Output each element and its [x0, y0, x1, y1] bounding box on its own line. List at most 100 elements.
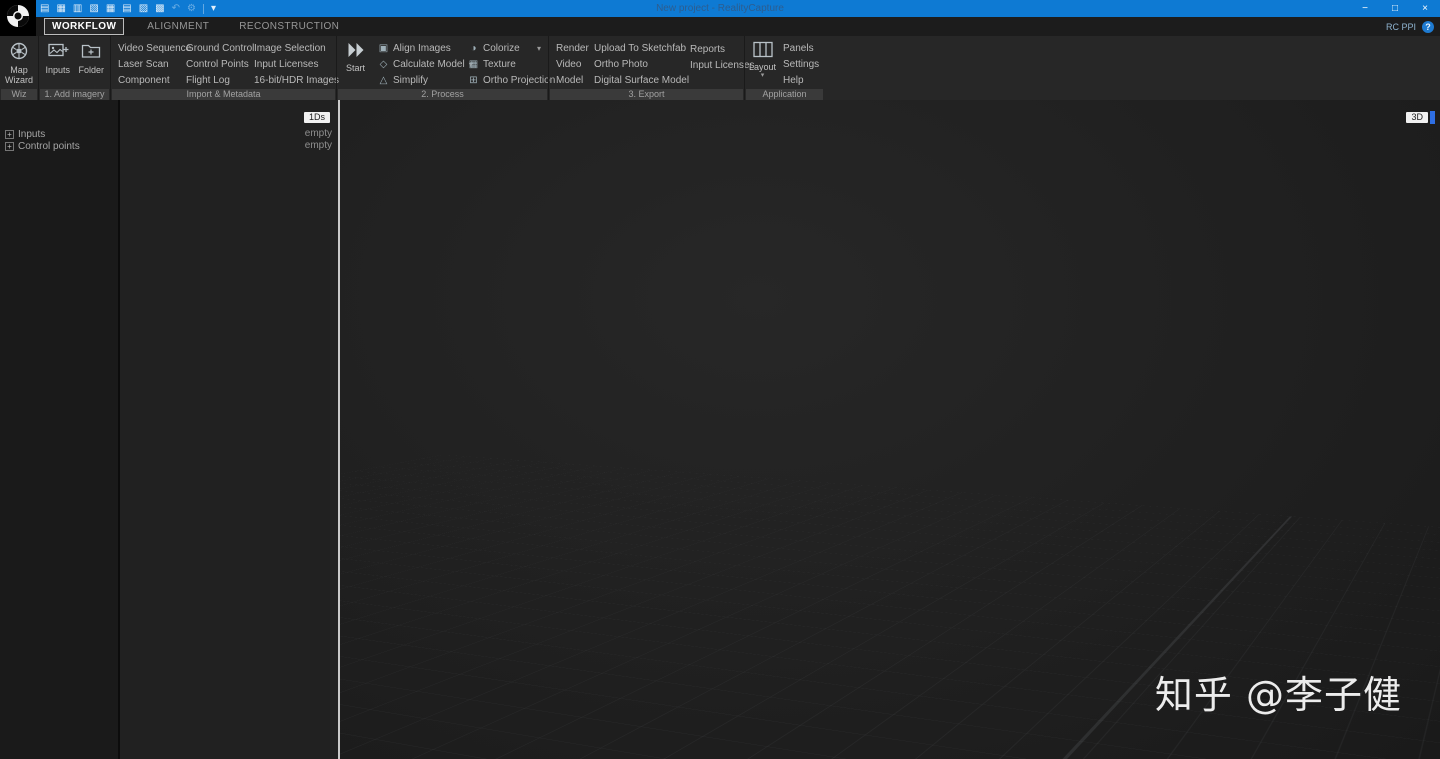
layout-button[interactable]: Layout ▾ — [747, 38, 778, 88]
inputs-empty-rows: empty empty — [305, 128, 332, 152]
layout-preset-2-icon[interactable]: ▦ — [56, 0, 65, 17]
start-button[interactable]: Start — [339, 38, 372, 88]
simplify-label: Simplify — [393, 75, 428, 86]
inputs-label: Inputs — [45, 65, 70, 75]
calculate-model-icon: ◇ — [377, 59, 390, 70]
start-label: Start — [346, 63, 365, 73]
simplify-button[interactable]: △ Simplify — [372, 72, 462, 88]
inputs-button[interactable]: Inputs — [41, 38, 75, 88]
layout-preset-1-icon[interactable]: ▤ — [40, 0, 49, 17]
export-input-licenses-button[interactable]: Input Licenses — [685, 57, 743, 73]
image-selection-label: Image Selection — [254, 43, 326, 54]
input-licenses-button[interactable]: Input Licenses — [249, 57, 335, 73]
close-button[interactable]: × — [1410, 0, 1440, 17]
layout-preset-5-icon[interactable]: ▦ — [106, 0, 115, 17]
render-button[interactable]: Render — [551, 41, 589, 57]
realitycapture-window: ▤ ▦ ▥ ▧ ▦ ▤ ▨ ▩ ↶ ⚙ ▾ New project - Real… — [0, 0, 1440, 759]
hdr-images-button[interactable]: 16-bit/HDR Images — [249, 72, 335, 88]
maximize-button[interactable]: □ — [1380, 0, 1410, 17]
main-area: + Inputs + Control points 1Ds empty empt… — [0, 100, 1440, 759]
minimize-button[interactable]: − — [1350, 0, 1380, 17]
map-wizard-button[interactable]: Map Wizard — [2, 38, 36, 88]
expand-icon[interactable]: + — [5, 142, 14, 151]
tab-reconstruction[interactable]: RECONSTRUCTION — [232, 19, 346, 34]
ortho-projection-button[interactable]: ⊞ Ortho Projection — [462, 72, 546, 88]
control-points-button[interactable]: Control Points — [181, 57, 249, 73]
laser-scan-button[interactable]: Laser Scan — [113, 57, 181, 73]
expand-icon[interactable]: + — [5, 130, 14, 139]
app-logo[interactable] — [0, 0, 36, 36]
gear-icon[interactable]: ⚙ — [187, 0, 196, 17]
ortho-projection-icon: ⊞ — [467, 75, 480, 86]
flight-log-label: Flight Log — [186, 75, 230, 86]
layout-dropdown-icon[interactable]: ▾ — [761, 72, 765, 79]
layout-preset-7-icon[interactable]: ▨ — [139, 0, 148, 17]
video-button[interactable]: Video — [551, 57, 589, 73]
tree-item-inputs-label: Inputs — [18, 129, 45, 140]
align-images-label: Align Images — [393, 43, 451, 54]
align-images-icon: ▣ — [377, 43, 390, 54]
reports-button[interactable]: Reports — [685, 41, 743, 57]
folder-button[interactable]: Folder — [75, 38, 109, 88]
video-label: Video — [556, 59, 581, 70]
panels-button[interactable]: Panels — [778, 41, 822, 57]
component-button[interactable]: Component — [113, 72, 181, 88]
help-button[interactable]: Help — [778, 72, 822, 88]
group-wiz: Map Wizard Wiz — [0, 36, 38, 100]
view-mode-badge-1ds[interactable]: 1Ds — [304, 112, 330, 123]
upload-to-sketchfab-button[interactable]: Upload To Sketchfab — [589, 41, 685, 57]
project-tree-panel: + Inputs + Control points — [0, 100, 120, 759]
layout-label: Layout — [749, 62, 776, 72]
help-icon[interactable]: ? — [1422, 21, 1434, 33]
render-label: Render — [556, 43, 589, 54]
digital-surface-model-label: Digital Surface Model — [594, 75, 689, 86]
flight-log-button[interactable]: Flight Log — [181, 72, 249, 88]
model-label: Model — [556, 75, 583, 86]
simplify-icon: △ — [377, 75, 390, 86]
folder-label: Folder — [78, 65, 104, 75]
calculate-model-button[interactable]: ◇ Calculate Model ▾ — [372, 57, 462, 73]
ground-control-label: Ground Control — [186, 43, 254, 54]
help-label: Help — [783, 75, 804, 86]
ground-control-button[interactable]: Ground Control — [181, 41, 249, 57]
laser-scan-label: Laser Scan — [118, 59, 169, 70]
qat-dropdown-icon[interactable]: ▾ — [211, 0, 216, 17]
group-caption-wiz: Wiz — [1, 89, 37, 100]
upload-to-sketchfab-label: Upload To Sketchfab — [594, 43, 686, 54]
tab-row-right: RC PPI ? — [1386, 17, 1434, 36]
group-process: Start ▣ Align Images ◇ Calculate Model ▾… — [336, 36, 548, 100]
layout-preset-8-icon[interactable]: ▩ — [155, 0, 164, 17]
tab-workflow[interactable]: WORKFLOW — [44, 18, 124, 35]
ortho-photo-label: Ortho Photo — [594, 59, 648, 70]
tree-item-control-points[interactable]: + Control points — [0, 140, 118, 152]
tree-item-inputs[interactable]: + Inputs — [0, 128, 118, 140]
settings-button[interactable]: Settings — [778, 57, 822, 73]
map-wizard-icon — [8, 41, 30, 63]
layout-preset-4-icon[interactable]: ▧ — [89, 0, 98, 17]
layout-preset-3-icon[interactable]: ▥ — [73, 0, 82, 17]
calculate-model-label: Calculate Model — [393, 59, 465, 70]
video-sequence-button[interactable]: Video Sequence — [113, 41, 181, 57]
reports-label: Reports — [690, 44, 725, 55]
rc-ppi-label: RC PPI — [1386, 22, 1416, 32]
colorize-dropdown-icon[interactable]: ▾ — [533, 44, 541, 53]
group-caption-export: 3. Export — [550, 89, 743, 100]
digital-surface-model-button[interactable]: Digital Surface Model — [589, 72, 685, 88]
hdr-images-label: 16-bit/HDR Images — [254, 75, 339, 86]
group-application: Layout ▾ Panels Settings Help Applicatio… — [744, 36, 824, 100]
align-images-button[interactable]: ▣ Align Images — [372, 41, 462, 57]
texture-button[interactable]: ▦ Texture — [462, 57, 546, 73]
image-selection-button[interactable]: Image Selection — [249, 41, 335, 57]
texture-label: Texture — [483, 59, 516, 70]
realitycapture-logo-icon — [4, 2, 32, 35]
undo-icon[interactable]: ↶ — [172, 0, 180, 17]
layout-preset-6-icon[interactable]: ▤ — [122, 0, 131, 17]
ortho-photo-button[interactable]: Ortho Photo — [589, 57, 685, 73]
texture-icon: ▦ — [467, 59, 480, 70]
model-button[interactable]: Model — [551, 72, 589, 88]
colorize-button[interactable]: ◑ Colorize ▾ — [462, 41, 546, 57]
tab-alignment[interactable]: ALIGNMENT — [140, 19, 216, 34]
view-mode-badge-3d[interactable]: 3D — [1406, 112, 1428, 123]
viewport-3d[interactable]: 3D 知乎 @李子健 — [340, 100, 1440, 759]
inputs-list-panel[interactable]: 1Ds empty empty — [120, 100, 338, 759]
